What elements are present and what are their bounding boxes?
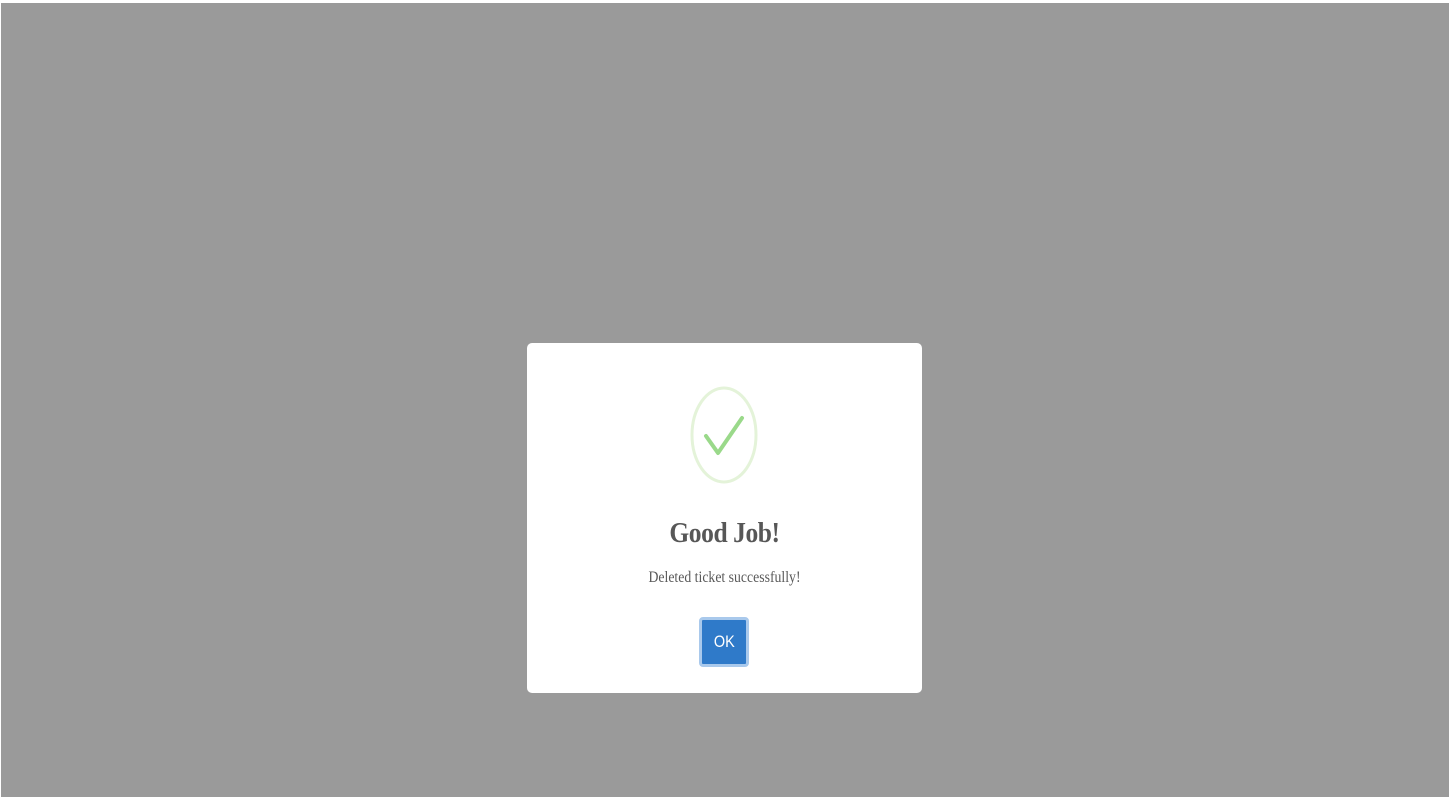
ok-button[interactable]: OK [699,617,749,667]
success-dialog: Good Job! Deleted ticket successfully! O… [527,343,922,693]
success-check-icon [690,386,758,484]
dialog-title: Good Job! [669,517,780,549]
ok-button-label: OK [713,632,735,651]
dialog-message: Deleted ticket successfully! [648,569,801,586]
